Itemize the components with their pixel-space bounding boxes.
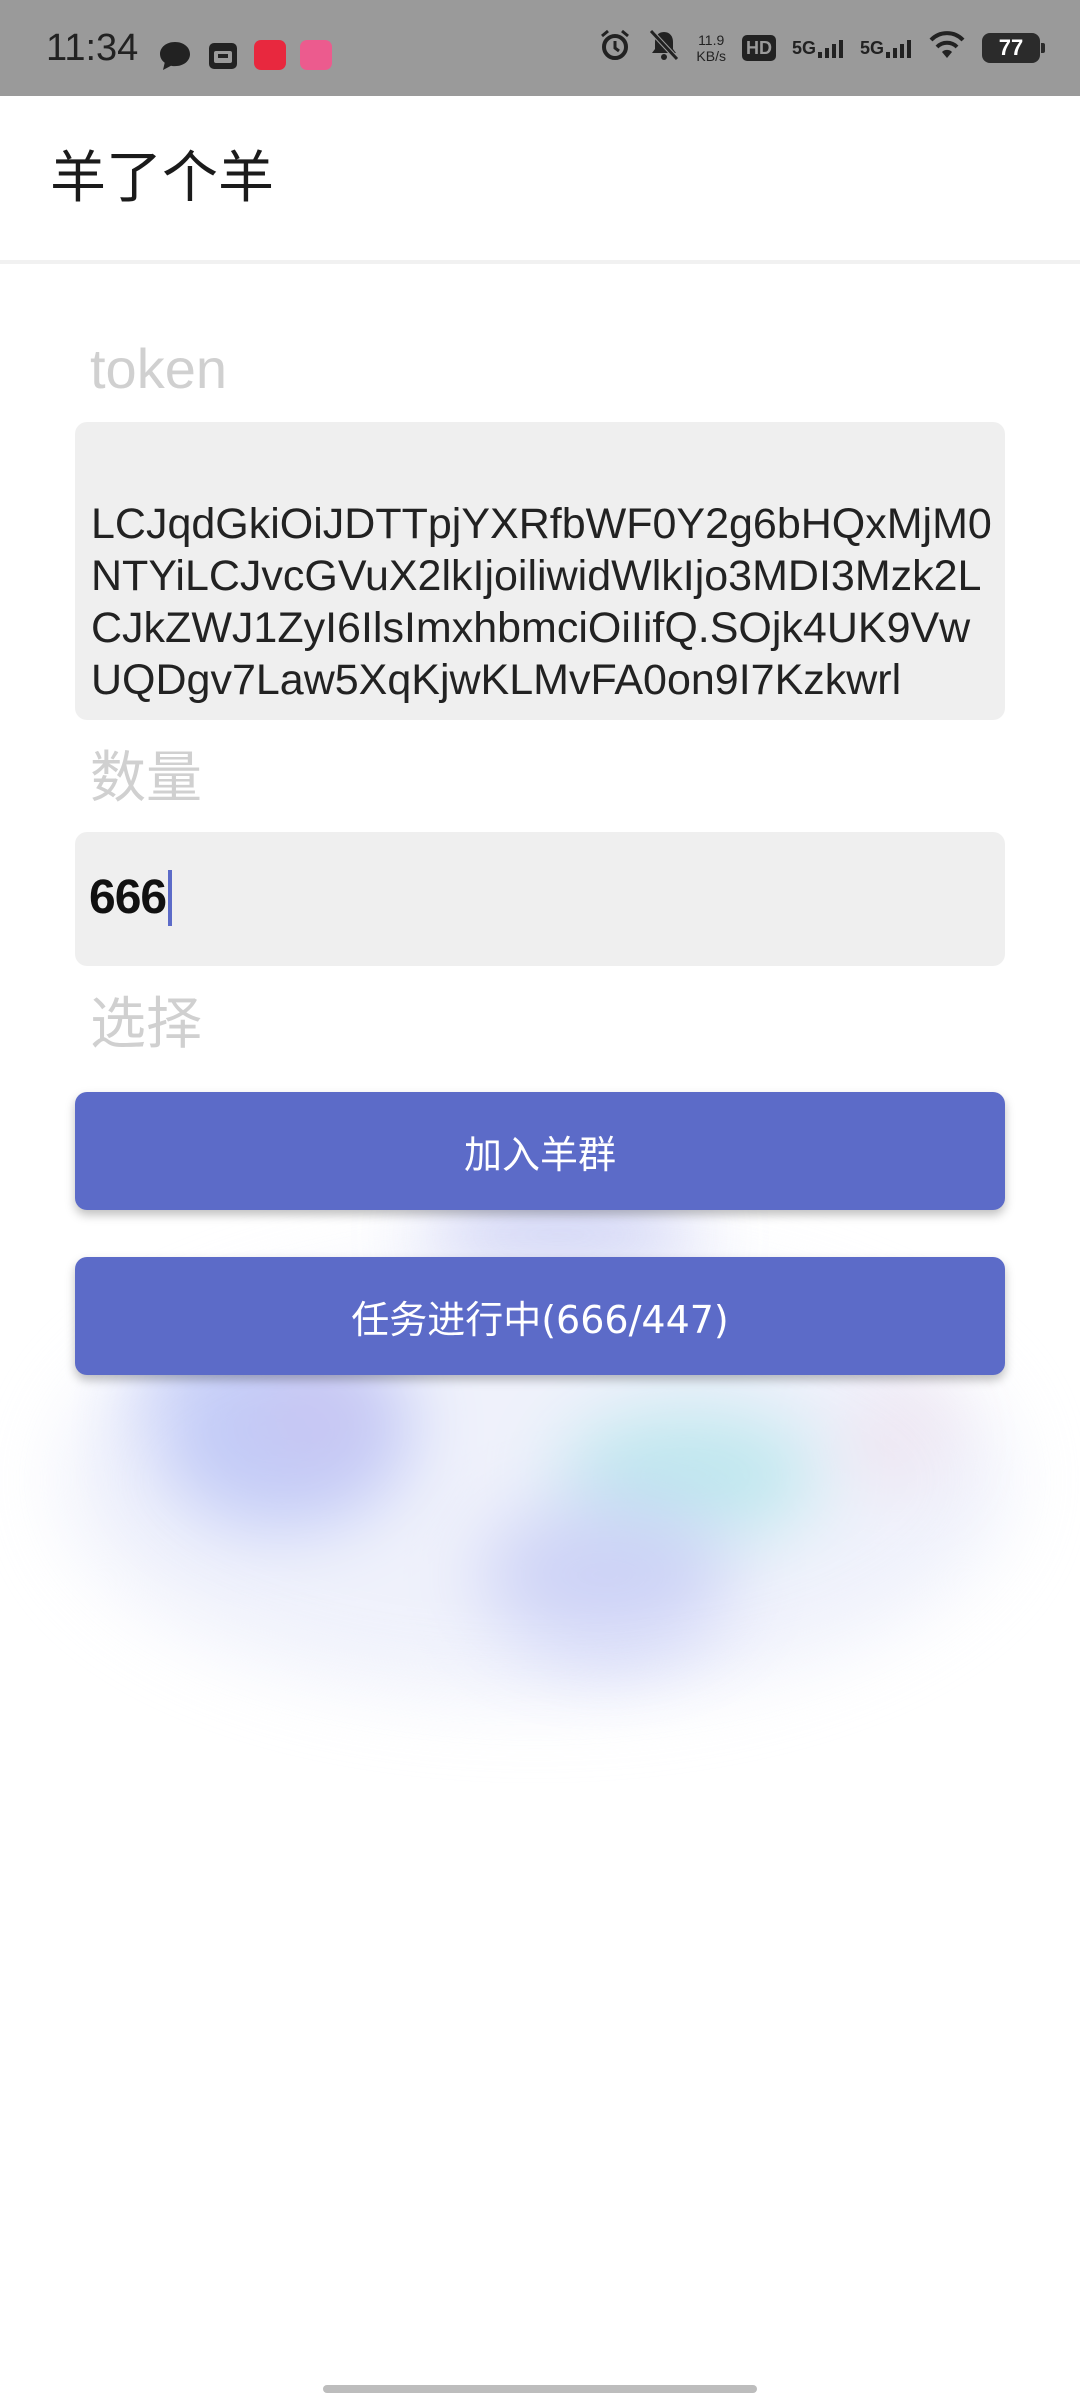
status-bar: 11:34 11.9 KB/s HD 5G 5G 77 <box>0 0 1080 96</box>
join-flock-button[interactable]: 加入羊群 <box>75 1092 1005 1210</box>
token-label: token <box>90 337 227 400</box>
alarm-icon <box>598 28 632 67</box>
sim2-signal-icon: 5G <box>860 38 912 58</box>
token-input-value: LCJqdGkiOiJDTTpjYXRfbWF0Y2g6bHQxMjM0NTYi… <box>91 500 992 704</box>
select-label: 选择 <box>90 992 202 1057</box>
status-time: 11:34 <box>46 27 139 69</box>
task-progress-button[interactable]: 任务进行中(666/447) <box>75 1257 1005 1375</box>
battery-indicator: 77 <box>982 32 1045 63</box>
calendar-app-icon <box>206 40 240 77</box>
sim1-signal-icon: 5G <box>792 38 844 58</box>
system-status-icons: 11.9 KB/s HD 5G 5G 77 <box>598 28 1045 67</box>
network-speed: 11.9 KB/s <box>696 32 726 64</box>
blurred-pink-shape <box>850 1400 940 1480</box>
blurred-purple-shape <box>260 1360 380 1470</box>
mute-bell-icon <box>648 28 680 67</box>
text-cursor <box>168 870 172 926</box>
sim1-network-type: 5G <box>791 37 816 58</box>
quantity-input-value: 666 <box>89 871 167 924</box>
wifi-icon <box>928 30 966 65</box>
quantity-label: 数量 <box>90 746 202 811</box>
blurred-teal-shape <box>560 1410 820 1540</box>
app-bar: 羊了个羊 <box>0 96 1080 264</box>
network-speed-value: 11.9 <box>698 31 725 48</box>
chat-bubble-icon <box>158 40 192 77</box>
pink-app-icon <box>300 40 332 70</box>
home-indicator[interactable] <box>323 2385 757 2393</box>
quantity-input[interactable]: 666 <box>75 832 1005 966</box>
notification-icons <box>158 40 332 77</box>
sim2-network-type: 5G <box>859 37 884 58</box>
hd-badge: HD <box>741 34 776 61</box>
red-app-icon <box>254 40 286 70</box>
page-title: 羊了个羊 <box>50 146 274 211</box>
blurred-indigo-shape <box>480 1500 730 1650</box>
network-speed-unit: KB/s <box>696 47 726 64</box>
token-input[interactable]: LCJqdGkiOiJDTTpjYXRfbWF0Y2g6bHQxMjM0NTYi… <box>75 422 1005 720</box>
